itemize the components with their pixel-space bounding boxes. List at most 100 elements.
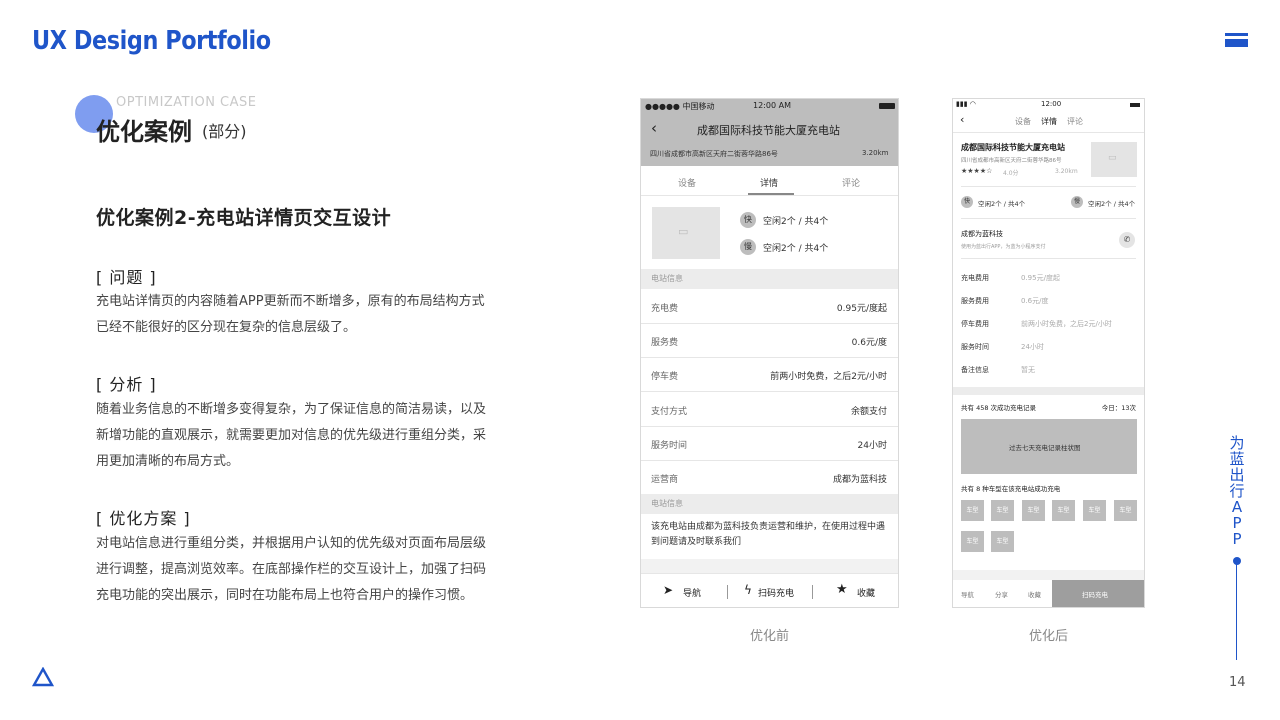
section-eyebrow: OPTIMIZATION CASE	[116, 95, 257, 110]
solution-heading: [ 优化方案 ]	[96, 509, 191, 528]
row-value: 余额支付	[850, 407, 887, 417]
fast-badge: 快	[740, 212, 756, 228]
chart-placeholder-label: 过去七天充电记录柱状图	[1009, 444, 1081, 452]
row-label: 支付方式	[651, 407, 688, 417]
back-icon[interactable]: ‹	[651, 119, 657, 137]
car-model-tile: 车型	[961, 531, 984, 552]
after-tab-details[interactable]: 详情	[1041, 116, 1057, 127]
car-model-tile: 车型	[1083, 500, 1106, 521]
triangle-logo-icon	[32, 667, 54, 687]
row-value: 24小时	[857, 441, 887, 451]
vertical-char: P	[1232, 530, 1242, 548]
after-tab-reviews[interactable]: 评论	[1067, 116, 1083, 127]
after-share-button[interactable]: 分享	[995, 589, 1008, 599]
after-nav-button[interactable]: 导航	[961, 589, 974, 599]
after-tab-devices[interactable]: 设备	[1015, 116, 1031, 127]
image-icon: ▭	[1108, 153, 1117, 163]
signal-icon: ▮▮▮ ◠	[956, 100, 976, 108]
menu-icon[interactable]	[1225, 33, 1248, 47]
row-label: 服务费	[651, 338, 679, 348]
row-value: 成都为蓝科技	[832, 475, 887, 485]
vertical-char: 蓝	[1229, 450, 1245, 468]
phone-icon[interactable]: ✆	[1119, 232, 1135, 248]
row-label: 停车费用	[961, 320, 989, 328]
solution-text: 对电站信息进行重组分类，并根据用户认知的优先级对页面布局层级进行调整，提高浏览效…	[96, 536, 487, 603]
car-model-tile: 车型	[1022, 500, 1045, 521]
slow-availability: 空闲2个 / 共4个	[763, 244, 829, 254]
phone-after: ▮▮▮ ◠ 12:00 ‹ 设备 详情 评论 成都国际科技节能大厦充电站 四川省…	[952, 98, 1145, 608]
row-label: 充电费	[651, 304, 679, 314]
vertical-char: 行	[1229, 482, 1245, 500]
after-time: 12:00	[1041, 100, 1062, 108]
station-image: ▭	[652, 207, 720, 259]
progress-line	[1236, 562, 1237, 660]
before-note: 该充电站由成都为蓝科技负责运营和维护，在使用过程中遇到问题请及时联系我们	[651, 522, 886, 547]
car-model-tile: 车型	[991, 500, 1014, 521]
row-value: 0.6元/度	[851, 338, 887, 348]
before-address: 四川省成都市高新区天府二街蓉华路86号	[650, 150, 778, 158]
after-address: 四川省成都市高新区天府二街蓉华路86号	[961, 158, 1062, 164]
case-title: 优化案例2-充电站详情页交互设计	[96, 207, 392, 229]
vertical-char: 出	[1229, 466, 1245, 484]
before-caption: 优化前	[750, 629, 790, 644]
problem-text: 充电站详情页的内容随着APP更新而不断增多，原有的布局结构方式已经不能很好的区分…	[96, 294, 485, 335]
row-value: 前两小时免费，之后2元/小时	[1021, 320, 1112, 328]
after-title: 成都国际科技节能大厦充电站	[961, 143, 1065, 152]
before-tab-details[interactable]: 详情	[760, 176, 778, 189]
after-scan-button[interactable]: 扫码充电	[1052, 580, 1144, 607]
rating-stars: ★★★★☆	[961, 167, 993, 175]
fast-availability: 空闲2个 / 共4个	[978, 200, 1026, 208]
before-tab-devices[interactable]: 设备	[678, 176, 696, 189]
phone-before: ●●●●● 中国移动 12:00 AM ‹ 成都国际科技节能大厦充电站 四川省成…	[640, 98, 899, 608]
operator-name: 成都为蓝科技	[961, 230, 1003, 238]
before-time: 12:00 AM	[753, 101, 791, 110]
before-tab-reviews[interactable]: 评论	[842, 176, 860, 189]
car-model-tile: 车型	[1114, 500, 1137, 521]
car-model-tile: 车型	[991, 531, 1014, 552]
records-today: 今日：13次	[1101, 404, 1136, 412]
row-value: 0.6元/度	[1021, 297, 1049, 305]
row-label: 服务费用	[961, 297, 989, 305]
row-label: 停车费	[651, 372, 679, 382]
records-count: 共有 458 次成功充电记录	[961, 404, 1037, 412]
row-value: 前两小时免费，之后2元/小时	[770, 372, 887, 382]
before-fav-button[interactable]: 收藏	[857, 586, 875, 599]
section-title: 优化案例	[96, 118, 192, 146]
car-models-title: 共有 8 种车型在该充电站成功充电	[961, 485, 1061, 493]
back-icon[interactable]: ‹	[960, 113, 964, 126]
vertical-char: P	[1232, 514, 1242, 532]
fast-badge: 快	[961, 196, 973, 208]
car-model-tile: 车型	[1052, 500, 1075, 521]
image-icon: ▭	[678, 225, 689, 238]
car-model-tile: 车型	[961, 500, 984, 521]
bolt-icon: ϟ	[744, 583, 752, 597]
scan-button-label: 扫码充电	[1082, 591, 1108, 599]
row-label: 充电费用	[961, 274, 989, 282]
row-label: 服务时间	[961, 343, 989, 351]
row-label: 运营商	[651, 475, 679, 485]
weekly-chart-placeholder: 过去七天充电记录柱状图	[961, 419, 1137, 474]
analysis-text: 随着业务信息的不断增多变得复杂，为了保证信息的简洁易读，以及新增功能的直观展示，…	[96, 402, 487, 469]
vertical-char: A	[1231, 498, 1243, 516]
battery-icon	[1130, 103, 1140, 107]
problem-heading: [ 问题 ]	[96, 268, 157, 287]
row-label: 服务时间	[651, 441, 688, 451]
before-distance: 3.20km	[862, 149, 889, 157]
station-image: ▭	[1091, 142, 1137, 177]
before-nav-title: 成都国际科技节能大厦充电站	[697, 124, 840, 137]
before-info-section: 电站信息	[651, 274, 683, 283]
before-nav-button[interactable]: 导航	[683, 586, 701, 599]
star-icon: ★	[836, 582, 848, 597]
before-carrier: ●●●●● 中国移动	[645, 102, 715, 111]
progress-dot	[1233, 557, 1241, 565]
vertical-char: 为	[1229, 434, 1245, 452]
after-fav-button[interactable]: 收藏	[1028, 589, 1041, 599]
operator-desc: 使用为蓝出行APP，为蓝为小程序支付	[961, 244, 1046, 250]
vertical-app-label: 为 蓝 出 行 A P P	[1228, 435, 1246, 547]
row-value: 暂无	[1021, 366, 1035, 374]
row-value: 24小时	[1021, 343, 1044, 351]
before-scan-button[interactable]: 扫码充电	[758, 586, 794, 599]
after-distance: 3.20km	[1055, 168, 1078, 175]
section-subtitle: (部分)	[202, 122, 247, 141]
slow-badge: 慢	[740, 239, 756, 255]
